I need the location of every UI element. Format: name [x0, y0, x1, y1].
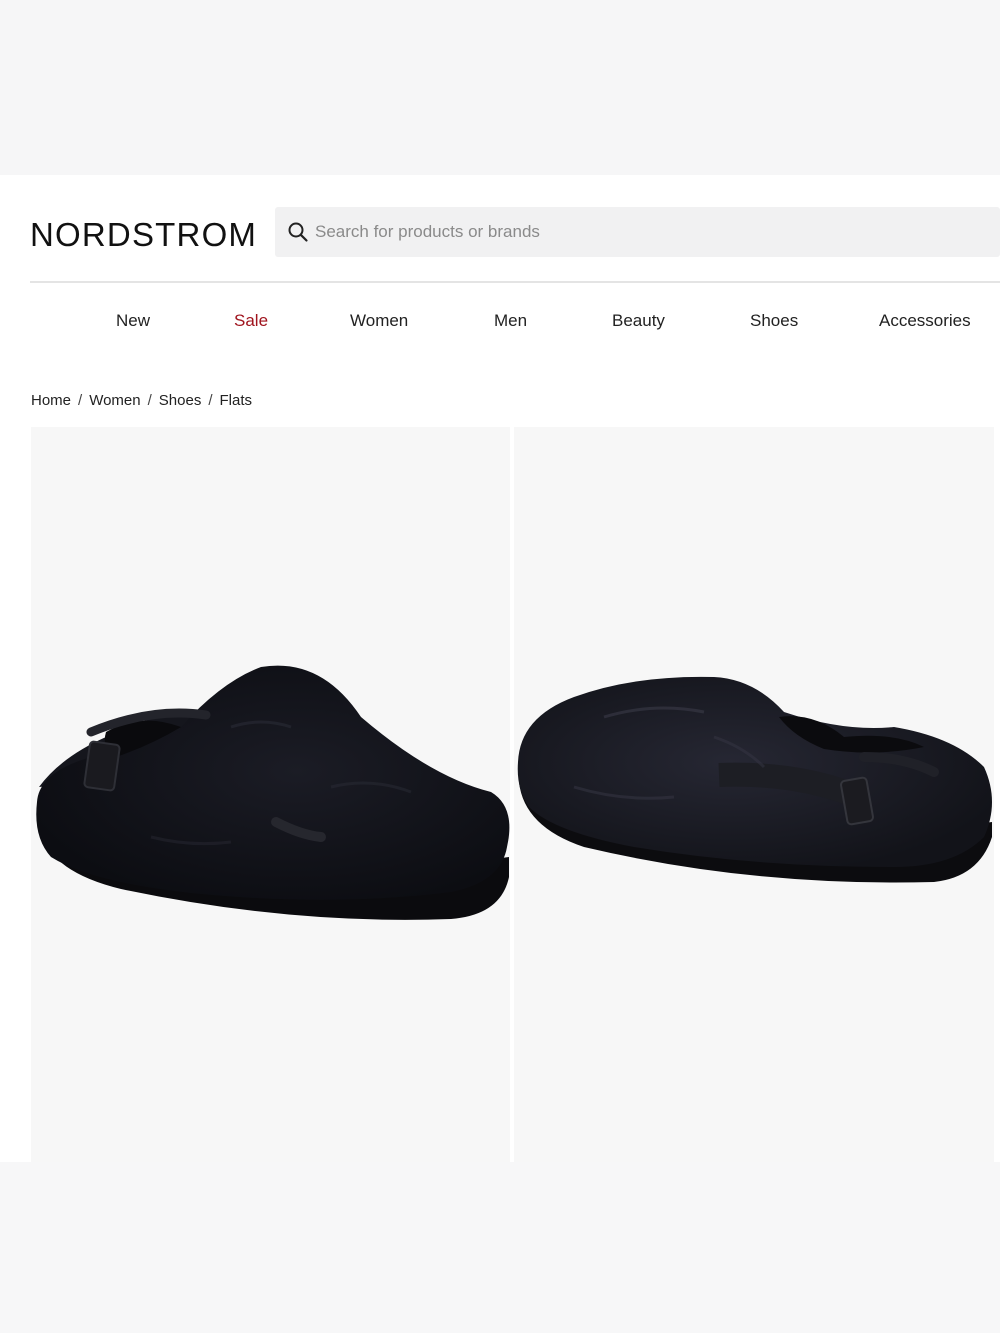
main-nav: New Sale Women Men Beauty Shoes Accessor…	[0, 305, 1000, 337]
product-gallery	[31, 427, 994, 1162]
breadcrumb: Home / Women / Shoes / Flats	[31, 391, 252, 411]
breadcrumb-separator: /	[78, 392, 83, 409]
nav-item-sale[interactable]: Sale	[234, 305, 268, 337]
nav-item-accessories[interactable]: Accessories	[879, 305, 971, 337]
nav-item-beauty[interactable]: Beauty	[612, 305, 665, 337]
nav-item-men[interactable]: Men	[494, 305, 527, 337]
product-page: NORDSTROM New Sale Women Men Beauty Shoe…	[0, 175, 1000, 1162]
nav-item-women[interactable]: Women	[350, 305, 408, 337]
search-icon[interactable]	[287, 221, 309, 243]
search-input[interactable]	[315, 207, 975, 257]
breadcrumb-women[interactable]: Women	[89, 392, 140, 409]
product-image-1[interactable]	[31, 427, 510, 1162]
black-faux-fur-clog-opposite-side-view	[517, 676, 992, 883]
breadcrumb-separator: /	[147, 392, 152, 409]
product-image-2[interactable]	[514, 427, 994, 1162]
breadcrumb-shoes[interactable]: Shoes	[159, 392, 202, 409]
breadcrumb-separator: /	[208, 392, 213, 409]
header-divider	[30, 281, 1000, 283]
search-bar[interactable]	[275, 207, 1000, 257]
nordstrom-logo[interactable]: NORDSTROM	[30, 215, 257, 255]
bottom-margin	[0, 1162, 1000, 1333]
black-faux-fur-clog-side-view	[36, 665, 510, 920]
site-header: NORDSTROM	[30, 207, 1000, 257]
nav-item-shoes[interactable]: Shoes	[750, 305, 798, 337]
nav-item-new[interactable]: New	[116, 305, 150, 337]
breadcrumb-home[interactable]: Home	[31, 392, 71, 409]
breadcrumb-flats[interactable]: Flats	[220, 392, 253, 409]
top-margin	[0, 0, 1000, 175]
